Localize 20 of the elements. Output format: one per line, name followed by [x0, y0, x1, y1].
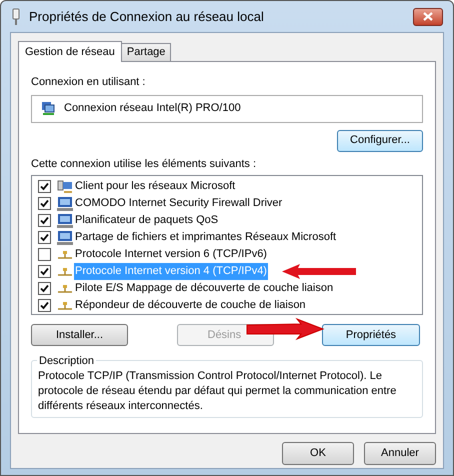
action-button[interactable]: Installer...	[31, 324, 128, 346]
description-text: Protocole TCP/IP (Transmission Control Protocol/Internet Protocol). Le protocole de réseau étendu par défaut qui permet la communication entre différents réseaux interconnectés.	[38, 369, 398, 414]
tab[interactable]: Gestion de réseau	[18, 41, 122, 62]
list-item[interactable]: Partage de fichiers et imprimantes Réseaux Microsoft	[74, 229, 338, 246]
list-label: Cette connexion utilise les éléments suivants :	[31, 156, 258, 172]
group-title: Description	[37, 353, 96, 370]
action-button[interactable]: Propriétés	[322, 324, 420, 346]
list-item[interactable]: Protocole Internet version 6 (TCP/IPv6)	[74, 246, 268, 263]
field-label: Connexion en utilisant :	[31, 75, 146, 90]
list-item[interactable]: COMODO Internet Security Firewall Driver	[74, 195, 284, 212]
tab[interactable]: Partage	[122, 43, 172, 61]
window-title: Propriétés de Connexion au réseau local	[29, 8, 264, 26]
list-item[interactable]: Planificateur de paquets QoS	[74, 212, 220, 229]
list-item[interactable]: Répondeur de découverte de couche de liaison	[74, 297, 307, 314]
adapter-name: Connexion réseau Intel(R) PRO/100	[64, 101, 241, 116]
list-item[interactable]: Pilote E/S Mappage de découverte de couche liaison	[74, 280, 334, 297]
dialog-button[interactable]: OK	[282, 442, 354, 465]
configure-button[interactable]: Configurer...	[337, 130, 423, 152]
list-item[interactable]: Client pour les réseaux Microsoft	[74, 178, 236, 195]
dialog-button[interactable]: Annuler	[364, 442, 436, 465]
